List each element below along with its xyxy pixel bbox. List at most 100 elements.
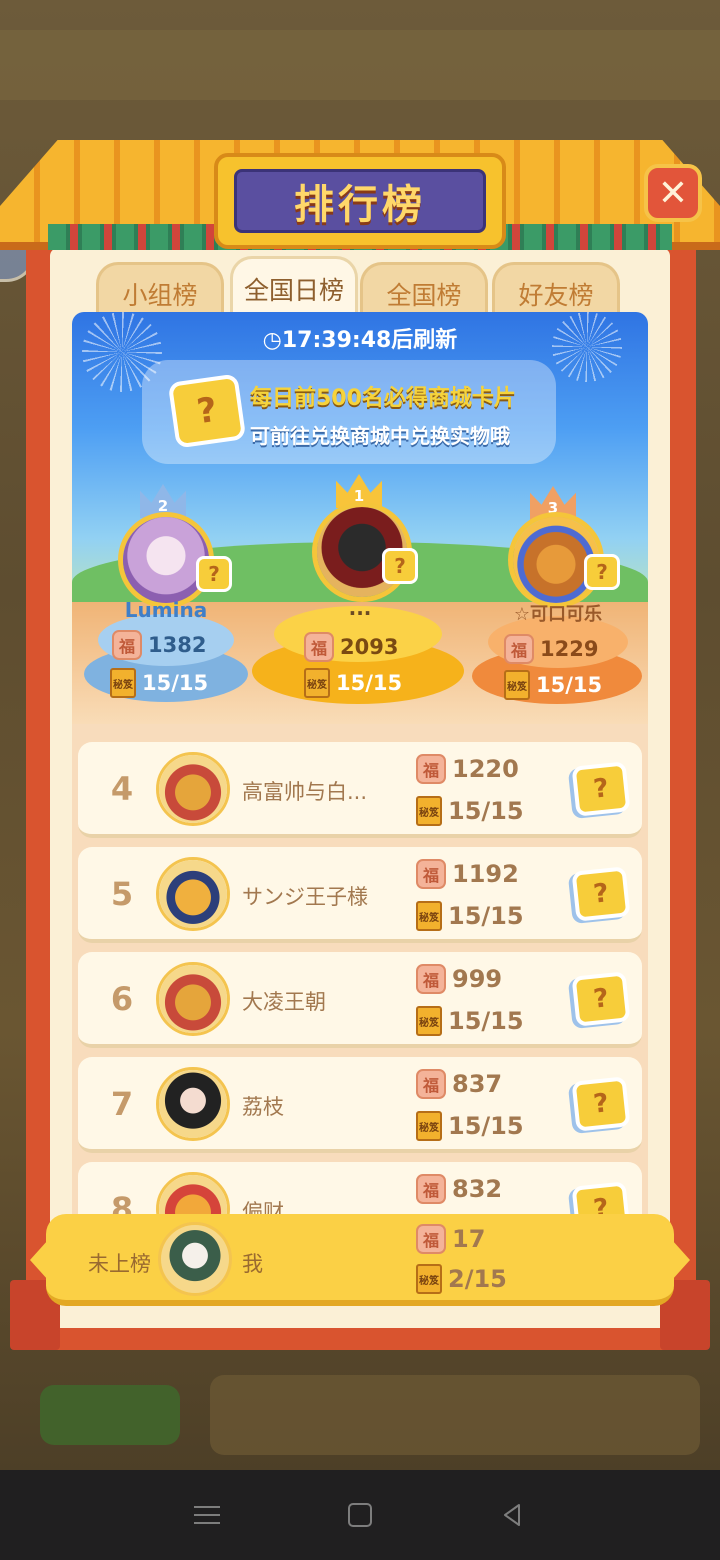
player-progress: 秘笈 15/15 bbox=[416, 1006, 524, 1036]
background-green-button bbox=[40, 1385, 180, 1445]
book-icon: 秘笈 bbox=[416, 796, 442, 826]
refresh-countdown: ◷17:39:48后刷新 bbox=[262, 328, 458, 353]
card-symbol: ? bbox=[208, 562, 220, 586]
progress-value: 15/15 bbox=[536, 673, 603, 697]
title-plaque-inner: 排行榜 bbox=[234, 169, 486, 233]
back-button[interactable] bbox=[483, 1485, 543, 1545]
podium-score: 福 1382 bbox=[112, 630, 206, 660]
list-item[interactable]: 5 サンジ王子様 福 1192 秘笈 15/15 ? bbox=[78, 847, 642, 943]
tab-label: 全国日榜 bbox=[243, 275, 344, 305]
player-name: 大凌王朝 bbox=[242, 990, 326, 1014]
my-progress: 秘笈 2/15 bbox=[416, 1264, 507, 1294]
player-name: サンジ王子様 bbox=[242, 885, 368, 909]
card-symbol: ? bbox=[591, 878, 611, 910]
book-icon: 秘笈 bbox=[416, 901, 442, 931]
score-value: 2093 bbox=[340, 635, 399, 659]
avatar-image bbox=[159, 965, 227, 1033]
podium-name: Lumina bbox=[124, 598, 208, 622]
home-icon bbox=[347, 1503, 372, 1527]
avatar-image bbox=[161, 1225, 229, 1293]
list-item[interactable]: 7 荔枝 福 837 秘笈 15/15 ? bbox=[78, 1057, 642, 1153]
question-card-icon[interactable]: ? bbox=[571, 971, 631, 1027]
fu-icon: 福 bbox=[416, 964, 446, 994]
my-avatar[interactable] bbox=[158, 1222, 232, 1296]
book-icon: 秘笈 bbox=[416, 1006, 442, 1036]
podium-progress: 秘笈 15/15 bbox=[504, 670, 602, 700]
tab-label: 全国榜 bbox=[386, 280, 462, 310]
card-symbol: ? bbox=[591, 983, 611, 1015]
avatar[interactable] bbox=[156, 1067, 230, 1141]
podium-name: ... bbox=[348, 596, 372, 620]
banner-subtitle: 可前往兑换商城中兑换实物哦 bbox=[250, 424, 510, 448]
home-button[interactable] bbox=[330, 1485, 390, 1545]
back-icon bbox=[504, 1504, 521, 1526]
book-icon: 秘笈 bbox=[416, 1111, 442, 1141]
progress-value: 15/15 bbox=[142, 671, 209, 695]
tab-label: 好友榜 bbox=[518, 280, 594, 310]
book-icon: 秘笈 bbox=[416, 1264, 442, 1294]
question-card-icon[interactable]: ? bbox=[571, 866, 631, 922]
book-icon: 秘笈 bbox=[304, 668, 330, 698]
avatar[interactable] bbox=[156, 857, 230, 931]
progress-value: 15/15 bbox=[448, 797, 524, 825]
avatar-image bbox=[159, 1175, 227, 1214]
question-card-icon[interactable]: ? bbox=[196, 556, 232, 592]
system-nav-bar bbox=[0, 1470, 720, 1560]
rank-number: 5 bbox=[110, 875, 134, 913]
podium-progress: 秘笈 15/15 bbox=[304, 668, 402, 698]
card-symbol: ? bbox=[591, 773, 611, 805]
podium-score: 福 2093 bbox=[304, 632, 398, 662]
list-item[interactable]: 4 高富帅与白... 福 1220 秘笈 15/15 ? bbox=[78, 742, 642, 838]
fu-icon: 福 bbox=[504, 634, 534, 664]
player-name: 偏财 bbox=[242, 1200, 284, 1214]
fu-icon: 福 bbox=[304, 632, 334, 662]
progress-value: 2/15 bbox=[448, 1265, 507, 1293]
score-value: 1192 bbox=[452, 860, 519, 888]
question-card-icon[interactable]: ? bbox=[571, 761, 631, 817]
page-title: 排行榜 bbox=[294, 182, 426, 228]
podium-score: 福 1229 bbox=[504, 634, 598, 664]
avatar-image bbox=[159, 1070, 227, 1138]
card-symbol: ? bbox=[596, 560, 608, 584]
player-score: 福 832 bbox=[416, 1174, 502, 1204]
book-icon: 秘笈 bbox=[110, 668, 136, 698]
player-progress: 秘笈 15/15 bbox=[416, 1111, 524, 1141]
question-card-icon[interactable]: ? bbox=[584, 554, 620, 590]
score-value: 999 bbox=[452, 965, 503, 993]
avatar[interactable] bbox=[156, 962, 230, 1036]
question-card-icon: ? bbox=[167, 373, 247, 449]
avatar[interactable] bbox=[156, 1172, 230, 1214]
my-name: 我 bbox=[242, 1252, 263, 1276]
fu-icon: 福 bbox=[112, 630, 142, 660]
avatar[interactable] bbox=[156, 752, 230, 826]
card-symbol: ? bbox=[591, 1088, 611, 1120]
fu-icon: 福 bbox=[416, 754, 446, 784]
card-symbol: ? bbox=[394, 554, 406, 578]
question-card-icon[interactable]: ? bbox=[571, 1181, 631, 1214]
player-progress: 秘笈 15/15 bbox=[416, 901, 524, 931]
rank-number: 4 bbox=[110, 770, 134, 808]
card-symbol: ? bbox=[194, 389, 220, 433]
recent-apps-button[interactable] bbox=[177, 1485, 237, 1545]
close-button[interactable]: ✕ bbox=[644, 164, 702, 222]
question-card-icon[interactable]: ? bbox=[571, 1076, 631, 1132]
player-score: 福 999 bbox=[416, 964, 502, 994]
rank-number: 7 bbox=[110, 1085, 134, 1123]
tab-national-daily[interactable]: 全国日榜 bbox=[230, 256, 358, 318]
list-item[interactable]: 8 偏财 福 832 ? bbox=[78, 1162, 642, 1214]
title-plaque: 排行榜 bbox=[214, 153, 506, 249]
background-top-bar bbox=[0, 30, 720, 100]
progress-value: 15/15 bbox=[448, 1007, 524, 1035]
ranking-list[interactable]: 4 高富帅与白... 福 1220 秘笈 15/15 ? 5 サンジ王子様 福 119… bbox=[72, 724, 648, 1214]
question-card-icon[interactable]: ? bbox=[382, 548, 418, 584]
close-icon: ✕ bbox=[657, 172, 689, 214]
list-item[interactable]: 6 大凌王朝 福 999 秘笈 15/15 ? bbox=[78, 952, 642, 1048]
player-name: 高富帅与白... bbox=[242, 780, 368, 804]
fu-icon: 福 bbox=[416, 1069, 446, 1099]
fu-icon: 福 bbox=[416, 1174, 446, 1204]
player-score: 福 1220 bbox=[416, 754, 519, 784]
player-score: 福 837 bbox=[416, 1069, 502, 1099]
score-value: 832 bbox=[452, 1175, 503, 1203]
progress-value: 15/15 bbox=[336, 671, 403, 695]
score-value: 17 bbox=[452, 1225, 486, 1253]
